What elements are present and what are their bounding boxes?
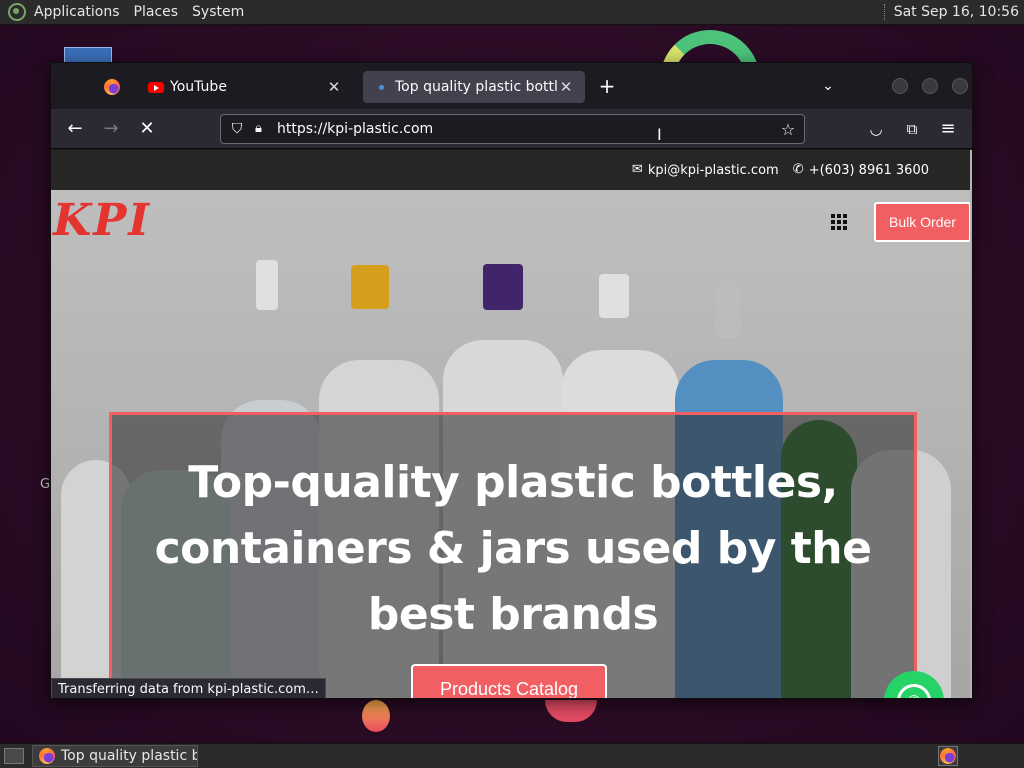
show-desktop-button[interactable] xyxy=(4,748,24,764)
hero-heading-line: best brands xyxy=(367,589,659,640)
panel-separator xyxy=(883,4,886,20)
list-tabs-chevron-icon[interactable]: ⌄ xyxy=(817,75,839,97)
lock-icon[interactable]: 🔒︎ xyxy=(255,121,269,137)
desktop-decoration xyxy=(545,700,597,722)
hero-heading-line: containers & jars used by the xyxy=(154,523,872,574)
hero-heading: Top-quality plastic bottles, containers … xyxy=(113,450,913,648)
tab-youtube[interactable]: YouTube ✕ xyxy=(138,71,353,103)
phone-icon: ✆ xyxy=(792,162,804,177)
address-bar[interactable]: ⛉ 🔒︎ https://kpi-plastic.com ☆ I xyxy=(220,114,805,144)
tab-title: Top quality plastic bottles m xyxy=(395,79,557,95)
apps-grid-icon[interactable] xyxy=(831,214,847,230)
taskbar-window-button[interactable]: Top quality plastic b… xyxy=(32,745,198,767)
distro-logo-icon[interactable] xyxy=(8,3,26,21)
kpi-logo[interactable]: KPI xyxy=(53,199,173,243)
url-text[interactable]: https://kpi-plastic.com xyxy=(277,121,778,137)
web-page: ✉ kpi@kpi-plastic.com ✆ +(603) 8961 3600 xyxy=(51,150,972,698)
phone-text[interactable]: +(603) 8961 3600 xyxy=(809,163,929,178)
status-bar: Transferring data from kpi-plastic.com… xyxy=(51,678,326,698)
menu-applications[interactable]: Applications xyxy=(34,4,120,20)
envelope-icon: ✉ xyxy=(631,162,643,177)
contact-bar: ✉ kpi@kpi-plastic.com ✆ +(603) 8961 3600 xyxy=(51,150,971,190)
hero-section: KPI Bulk Order Top-quality plastic bottl… xyxy=(51,190,971,698)
pocket-icon[interactable]: ◡ xyxy=(864,117,888,141)
clock[interactable]: Sat Sep 16, 10:56 xyxy=(894,4,1019,20)
bottom-panel: Top quality plastic b… xyxy=(0,743,1024,768)
bookmark-star-icon[interactable]: ☆ xyxy=(778,120,798,139)
youtube-icon xyxy=(148,81,164,93)
loading-dot-icon xyxy=(373,79,389,95)
taskbar-window-title: Top quality plastic b… xyxy=(61,748,197,764)
close-window-button[interactable] xyxy=(952,78,968,94)
new-tab-button[interactable]: + xyxy=(596,75,618,97)
email-text[interactable]: kpi@kpi-plastic.com xyxy=(648,163,779,178)
forward-arrow-icon[interactable]: → xyxy=(99,117,123,141)
desktop-icon[interactable] xyxy=(64,47,112,63)
menu-system[interactable]: System xyxy=(192,4,244,20)
contact-phone[interactable]: ✆ +(603) 8961 3600 xyxy=(793,163,929,178)
firefox-icon xyxy=(940,748,956,764)
navigation-bar: ← → ✕ ⛉ 🔒︎ https://kpi-plastic.com ☆ I ◡… xyxy=(51,109,972,149)
menu-places[interactable]: Places xyxy=(134,4,179,20)
close-tab-icon[interactable]: ✕ xyxy=(557,78,575,96)
hero-heading-line: Top-quality plastic bottles, xyxy=(188,457,838,508)
logo-text: KPI xyxy=(53,195,151,246)
whatsapp-icon: ✆ xyxy=(897,684,931,698)
tab-bar: YouTube ✕ Top quality plastic bottles m … xyxy=(51,63,972,109)
bulk-order-button[interactable]: Bulk Order xyxy=(874,202,971,242)
extensions-icon[interactable]: ⧉ xyxy=(900,117,924,141)
close-tab-icon[interactable]: ✕ xyxy=(325,78,343,96)
firefox-view-icon[interactable] xyxy=(104,79,120,95)
minimize-button[interactable] xyxy=(892,78,908,94)
tracking-shield-icon[interactable]: ⛉ xyxy=(229,121,245,137)
products-catalog-button[interactable]: Products Catalog xyxy=(411,664,607,698)
contact-email[interactable]: ✉ kpi@kpi-plastic.com xyxy=(632,163,779,178)
firefox-window: YouTube ✕ Top quality plastic bottles m … xyxy=(50,62,973,699)
top-panel: Applications Places System Sat Sep 16, 1… xyxy=(0,0,1024,25)
back-arrow-icon[interactable]: ← xyxy=(63,117,87,141)
tray-firefox-launcher[interactable] xyxy=(938,746,958,766)
tab-title: YouTube xyxy=(170,79,227,95)
text-cursor-icon: I xyxy=(657,125,662,144)
hamburger-menu-icon[interactable]: ≡ xyxy=(936,117,960,141)
stop-loading-icon[interactable]: ✕ xyxy=(135,117,159,141)
firefox-icon xyxy=(39,748,55,764)
desktop-icon-label: G xyxy=(40,477,51,492)
page-scrollbar[interactable] xyxy=(970,150,972,698)
maximize-button[interactable] xyxy=(922,78,938,94)
tab-kpi-plastic[interactable]: Top quality plastic bottles m ✕ xyxy=(363,71,585,103)
desktop-decoration xyxy=(362,700,390,732)
